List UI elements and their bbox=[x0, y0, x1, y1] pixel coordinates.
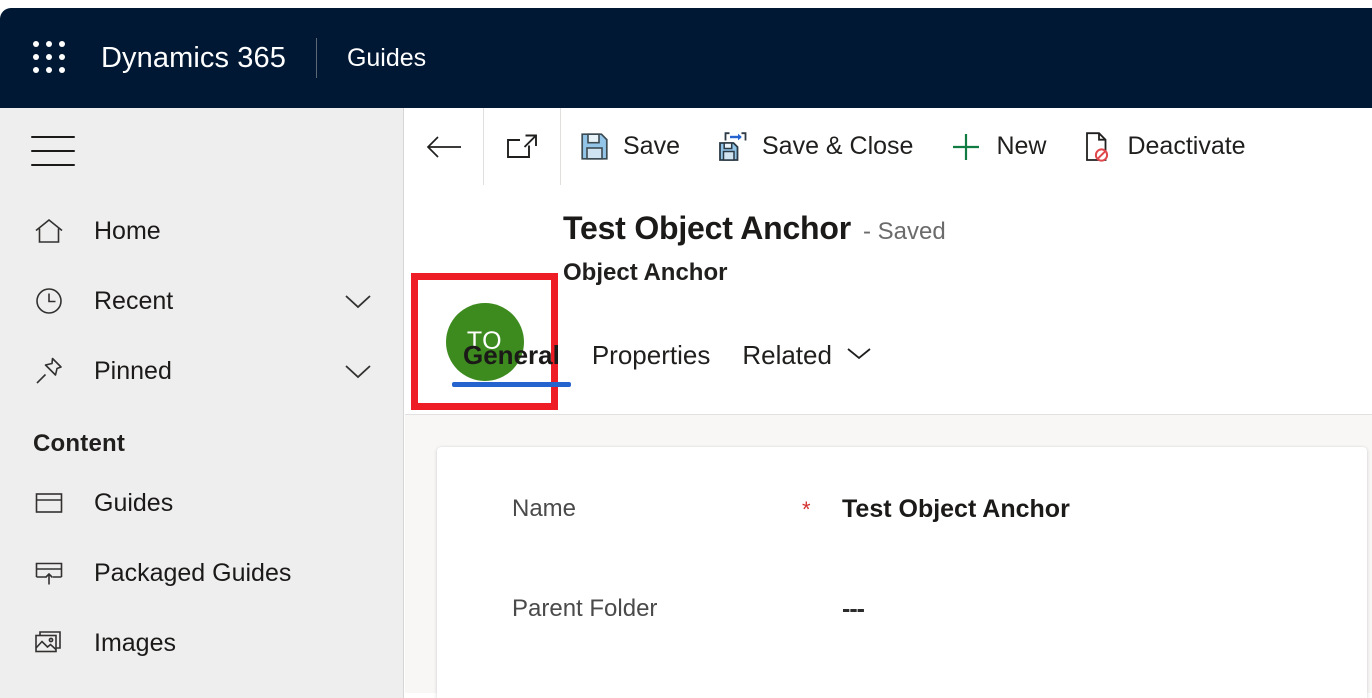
save-button[interactable]: Save bbox=[561, 108, 698, 185]
window-icon bbox=[31, 485, 67, 521]
save-icon bbox=[579, 131, 610, 162]
plus-icon bbox=[949, 130, 983, 164]
tab-label: General bbox=[463, 340, 560, 370]
new-button[interactable]: New bbox=[931, 108, 1064, 185]
field-label: Parent Folder bbox=[512, 595, 658, 622]
save-and-close-label: Save & Close bbox=[761, 132, 914, 160]
command-bar: Save Save & Close New Deactivate bbox=[405, 108, 1372, 185]
pin-icon bbox=[31, 353, 67, 389]
deactivate-button[interactable]: Deactivate bbox=[1064, 108, 1263, 185]
record-title-block: Test Object Anchor - Saved Object Anchor bbox=[563, 210, 946, 287]
chevron-down-icon[interactable] bbox=[844, 343, 874, 368]
open-in-new-window-button[interactable] bbox=[484, 108, 560, 185]
tab-strip: General Properties Related bbox=[405, 330, 1372, 416]
back-arrow-icon bbox=[423, 132, 465, 162]
sidebar-item-label: Home bbox=[94, 216, 161, 245]
sidebar-item-label: Images bbox=[94, 628, 176, 657]
brand-title[interactable]: Dynamics 365 bbox=[101, 42, 286, 75]
home-icon bbox=[31, 213, 67, 249]
sidebar: Home Recent Pinned Content Guides Packag… bbox=[0, 108, 404, 698]
tab-label: Related bbox=[742, 340, 832, 370]
window-upload-icon bbox=[31, 555, 67, 591]
open-in-new-window-icon bbox=[502, 131, 542, 163]
sidebar-item-images[interactable]: Images bbox=[0, 608, 403, 678]
page-title: Test Object Anchor bbox=[563, 210, 851, 246]
back-button[interactable] bbox=[405, 108, 483, 185]
chevron-down-icon[interactable] bbox=[341, 360, 375, 382]
sidebar-item-label: Pinned bbox=[94, 356, 172, 385]
save-label: Save bbox=[623, 132, 680, 160]
hamburger-icon[interactable] bbox=[31, 136, 75, 166]
new-label: New bbox=[996, 132, 1047, 160]
field-row-name: Name * Test Object Anchor bbox=[512, 495, 1367, 595]
field-label: Name bbox=[512, 495, 577, 522]
field-value-parent-folder[interactable]: --- bbox=[842, 595, 865, 624]
dynamics365-guides-window: Dynamics 365 Guides Home Recent Pinned C… bbox=[0, 0, 1372, 698]
main-content-area: Save Save & Close New Deactivate TO Test… bbox=[405, 108, 1372, 698]
form-canvas: Name * Test Object Anchor Parent Folder … bbox=[405, 415, 1372, 698]
field-value-name[interactable]: Test Object Anchor bbox=[842, 495, 1070, 524]
sidebar-item-home[interactable]: Home bbox=[0, 196, 403, 266]
form-section-card: Name * Test Object Anchor Parent Folder … bbox=[437, 447, 1367, 698]
tab-label: Properties bbox=[591, 340, 711, 370]
tab-active-indicator bbox=[452, 382, 571, 387]
top-navigation-bar: Dynamics 365 Guides bbox=[0, 8, 1372, 108]
tab-related[interactable]: Related bbox=[726, 330, 890, 371]
images-icon bbox=[31, 625, 67, 661]
save-state-label: - Saved bbox=[863, 218, 946, 245]
required-asterisk bbox=[802, 595, 842, 597]
sidebar-item-pinned[interactable]: Pinned bbox=[0, 336, 403, 406]
sidebar-group-title: Content bbox=[33, 430, 126, 457]
header-divider bbox=[315, 38, 317, 78]
clock-icon bbox=[31, 283, 67, 319]
chevron-down-icon[interactable] bbox=[341, 290, 375, 312]
sidebar-item-guides[interactable]: Guides bbox=[0, 468, 403, 538]
required-asterisk: * bbox=[802, 497, 811, 522]
field-row-parent-folder: Parent Folder --- bbox=[512, 595, 1367, 695]
deactivate-label: Deactivate bbox=[1127, 132, 1246, 160]
sidebar-item-label: Packaged Guides bbox=[94, 558, 292, 587]
save-and-close-icon bbox=[716, 130, 749, 163]
save-and-close-button[interactable]: Save & Close bbox=[698, 108, 931, 185]
deactivate-icon bbox=[1082, 130, 1114, 164]
sidebar-item-packaged-guides[interactable]: Packaged Guides bbox=[0, 538, 403, 608]
record-header: TO Test Object Anchor - Saved Object Anc… bbox=[405, 185, 1372, 410]
app-name-label[interactable]: Guides bbox=[347, 44, 426, 73]
sidebar-nav-list: Home Recent Pinned Content Guides Packag… bbox=[0, 196, 403, 678]
app-launcher-icon[interactable] bbox=[33, 41, 67, 75]
tab-properties[interactable]: Properties bbox=[576, 330, 727, 371]
sidebar-item-recent[interactable]: Recent bbox=[0, 266, 403, 336]
tab-general[interactable]: General bbox=[447, 330, 576, 387]
record-entity-label: Object Anchor bbox=[563, 259, 728, 286]
sidebar-item-label: Guides bbox=[94, 488, 174, 517]
sidebar-item-label: Recent bbox=[94, 286, 174, 315]
